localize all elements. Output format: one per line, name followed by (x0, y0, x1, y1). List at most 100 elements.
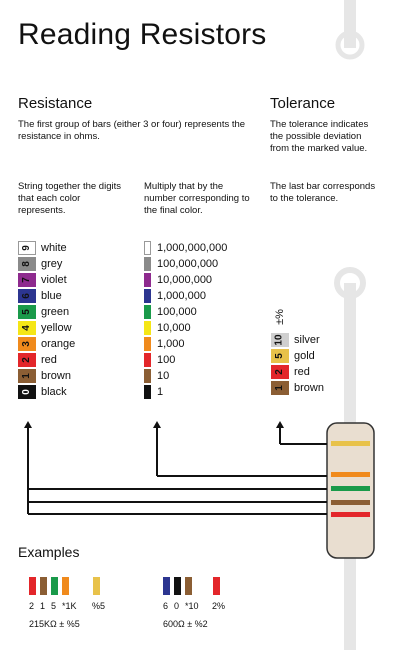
digit-row: 0 black (18, 384, 67, 400)
tolerance-chip: 10 (271, 333, 289, 347)
example-band-label: 1 (40, 601, 46, 611)
digit-row: 3 orange (18, 336, 75, 352)
digit-value: 6 (21, 293, 32, 299)
digit-chip: 7 (18, 273, 36, 287)
tolerance-value: 5 (274, 353, 285, 359)
multiplier-row: 1 (144, 384, 163, 400)
multiplier-row: 1,000,000,000 (144, 240, 227, 256)
digit-color-name: white (41, 242, 67, 254)
tolerance-row: 2 red (271, 364, 310, 380)
digit-chip: 4 (18, 321, 36, 335)
digit-value: 8 (21, 261, 32, 267)
example-band (40, 577, 47, 595)
multiplier-value: 100,000,000 (157, 258, 219, 270)
page-title: Reading Resistors (18, 18, 267, 51)
resistance-heading: Resistance (18, 95, 93, 112)
resistance-intro: The first group of bars (either 3 or fou… (18, 119, 246, 142)
multiplier-value: 10,000,000 (157, 274, 213, 286)
tolerance-chip: 2 (271, 365, 289, 379)
digit-row: 8 grey (18, 256, 62, 272)
digit-color-name: red (41, 354, 57, 366)
digit-chip: 5 (18, 305, 36, 319)
digit-chip: 9 (18, 241, 36, 255)
example-band-label: 5 (51, 601, 57, 611)
multiplier-swatch (144, 369, 151, 383)
tolerance-chip: 5 (271, 349, 289, 363)
tolerance-value: 1 (274, 385, 285, 391)
example-band (29, 577, 36, 595)
tolerance-note: The last bar corresponds to the toleranc… (270, 181, 376, 204)
multiplier-value: 10,000 (157, 322, 191, 334)
multiplier-swatch (144, 337, 151, 351)
digit-color-name: blue (41, 290, 62, 302)
multiplier-value: 1 (157, 386, 164, 398)
tolerance-symbol: ±% (273, 309, 286, 325)
tolerance-value: 10 (274, 334, 285, 346)
arrow-head-icon (153, 421, 161, 428)
tolerance-chip: 1 (271, 381, 289, 395)
multiplier-value: 100,000 (157, 306, 197, 318)
examples-heading: Examples (18, 544, 80, 560)
example-band (185, 577, 192, 595)
digit-value: 1 (21, 373, 32, 379)
digit-chip: 1 (18, 369, 36, 383)
digit-value: 0 (21, 389, 32, 395)
connector-lines (24, 421, 327, 515)
digit-row: 5 green (18, 304, 69, 320)
digit-value: 9 (21, 245, 32, 251)
tolerance-color-name: gold (294, 350, 315, 362)
digit-chip: 6 (18, 289, 36, 303)
example-tolerance-label: 2% (212, 601, 226, 611)
digit-value: 4 (21, 325, 32, 331)
example-band-label: 2 (29, 601, 35, 611)
multiplier-row: 10,000 (144, 320, 191, 336)
resistor-band (331, 500, 370, 505)
multiplier-value: 100 (157, 354, 176, 366)
digit-row: 7 violet (18, 272, 67, 288)
example-band-label: 0 (174, 601, 180, 611)
example-tolerance-label: %5 (92, 601, 106, 611)
digit-chip: 0 (18, 385, 36, 399)
example-band-label: *10 (185, 601, 199, 611)
tolerance-value: 2 (274, 369, 285, 375)
digit-row: 1 brown (18, 368, 71, 384)
digit-color-name: brown (41, 370, 71, 382)
example-band-label: 6 (163, 601, 169, 611)
multiplier-row: 10 (144, 368, 169, 384)
digit-row: 4 yellow (18, 320, 72, 336)
example-band (62, 577, 69, 595)
digit-chip: 2 (18, 353, 36, 367)
tolerance-color-name: silver (294, 334, 320, 346)
digit-value: 2 (21, 357, 32, 363)
digit-value: 7 (21, 277, 32, 283)
tolerance-row: 5 gold (271, 348, 315, 364)
multiplier-swatch (144, 289, 151, 303)
multiplier-row: 100,000 (144, 304, 197, 320)
multiplier-row: 10,000,000 (144, 272, 212, 288)
digit-color-name: grey (41, 258, 63, 270)
multiplier-value: 1,000,000 (157, 290, 206, 302)
tolerance-color-name: brown (294, 382, 324, 394)
multiplier-swatch (144, 241, 151, 255)
digits-note: String together the digits that each col… (18, 181, 121, 216)
tolerance-heading: Tolerance (270, 95, 336, 112)
multiplier-value: 1,000,000,000 (157, 242, 228, 254)
multiplier-swatch (144, 257, 151, 271)
digit-value: 3 (21, 341, 32, 347)
multiplier-swatch (144, 353, 151, 367)
example-band-label: *1K (62, 601, 77, 611)
multiplier-row: 100 (144, 352, 175, 368)
example-band (51, 577, 58, 595)
digit-chip: 3 (18, 337, 36, 351)
tolerance-row: 10 silver (271, 332, 320, 348)
digit-color-name: yellow (41, 322, 72, 334)
multiplier-swatch (144, 273, 151, 287)
digit-value: 5 (21, 309, 32, 315)
arrow-head-icon (24, 421, 32, 428)
multiplier-value: 1,000 (157, 338, 185, 350)
multiplier-row: 1,000 (144, 336, 185, 352)
example-tolerance-band (213, 577, 220, 595)
tolerance-color-name: red (294, 366, 310, 378)
multiplier-row: 1,000,000 (144, 288, 206, 304)
arrow-head-icon (276, 421, 284, 428)
